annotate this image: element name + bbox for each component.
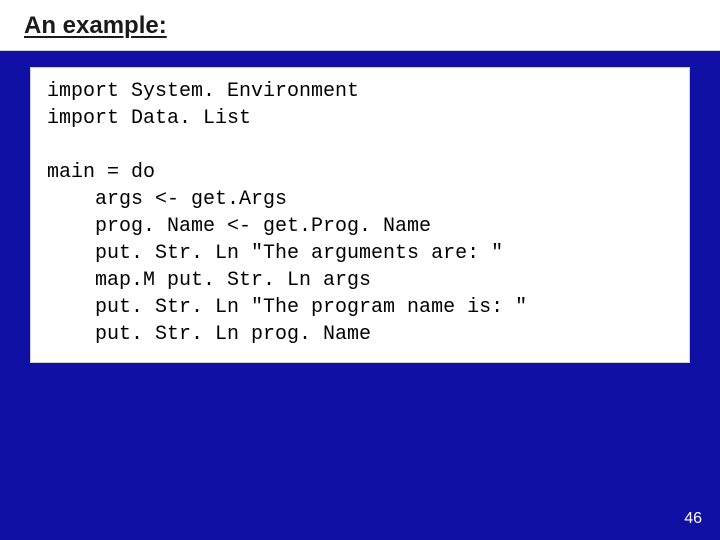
page-number: 46 xyxy=(684,510,702,528)
title-bar: An example: xyxy=(0,0,720,51)
code-block: import System. Environment import Data. … xyxy=(30,67,690,363)
slide-title: An example: xyxy=(24,12,696,40)
